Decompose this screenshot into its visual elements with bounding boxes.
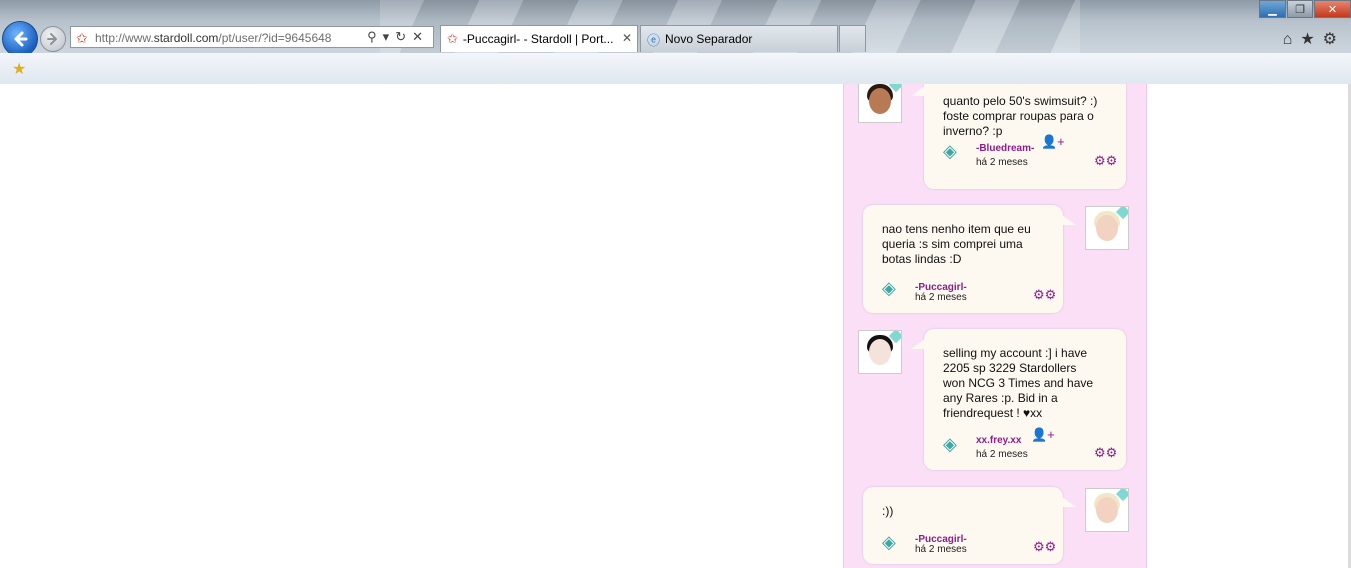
address-url[interactable]: http://www.stardoll.com/pt/user/?id=9645…	[95, 31, 331, 45]
comment-time: há 2 meses	[976, 449, 1028, 460]
star-favicon-icon: ✩	[447, 31, 458, 46]
avatar[interactable]	[858, 84, 902, 123]
minimize-icon: ▁	[1268, 3, 1277, 16]
tab-close-icon[interactable]: ✕	[622, 31, 632, 45]
home-icon[interactable]: ⌂	[1283, 31, 1301, 48]
dropdown-icon[interactable]: ▾	[383, 29, 396, 44]
page-content: quanto pelo 50's swimsuit? :) foste comp…	[0, 84, 1351, 568]
diamond-icon: ◈	[882, 278, 896, 298]
address-bar[interactable]: ✩ http://www.stardoll.com/pt/user/?id=96…	[70, 26, 434, 48]
browser-titlebar: ✩ http://www.stardoll.com/pt/user/?id=96…	[0, 0, 1351, 57]
guestbook-wall: quanto pelo 50's swimsuit? :) foste comp…	[843, 84, 1147, 568]
tab-new[interactable]: ⓔ Novo Separador	[640, 25, 838, 52]
tab-title: Novo Separador	[665, 32, 753, 46]
site-favicon-icon: ✩	[76, 30, 88, 46]
stop-icon[interactable]: ✕	[412, 29, 429, 44]
settings-gear-icon[interactable]: ⚙⚙	[1033, 539, 1056, 555]
comment-bubble: nao tens nenho item que eu queria :s sim…	[863, 205, 1076, 313]
tab-stardoll[interactable]: ✩ -Puccagirl- - Stardoll | Port... ✕	[440, 25, 638, 52]
refresh-icon[interactable]: ↻	[395, 29, 412, 44]
back-arrow-icon	[14, 31, 28, 47]
avatar[interactable]	[1085, 488, 1129, 532]
comment-time: há 2 meses	[915, 544, 967, 555]
avatar[interactable]	[1085, 206, 1129, 250]
add-friend-icon[interactable]: 👤+	[1041, 134, 1065, 150]
toolbar-icons: ⌂★⚙	[1283, 29, 1345, 49]
diamond-icon: ◈	[882, 532, 896, 552]
comment-time: há 2 meses	[915, 292, 967, 303]
tab-title: -Puccagirl- - Stardoll | Port...	[462, 32, 614, 46]
add-friend-icon[interactable]: 👤+	[1031, 427, 1055, 443]
maximize-button[interactable]: ❐	[1287, 0, 1313, 18]
diamond-icon: ◈	[943, 434, 957, 454]
avatar[interactable]	[858, 330, 902, 374]
add-favorite-icon[interactable]: ★	[12, 59, 26, 79]
comment-bubble: :)) ◈ -Puccagirl- há 2 meses ⚙⚙	[863, 487, 1076, 564]
favorites-bar: ★	[0, 53, 1351, 85]
settings-gear-icon[interactable]: ⚙⚙	[1033, 287, 1056, 303]
search-icon[interactable]: ⚲	[367, 29, 383, 44]
close-window-button[interactable]: ✕	[1314, 0, 1351, 18]
back-button[interactable]	[2, 21, 38, 57]
close-icon: ✕	[1327, 3, 1338, 16]
comment-time: há 2 meses	[976, 157, 1028, 168]
comment-text: :))	[882, 504, 894, 518]
maximize-icon: ❐	[1295, 3, 1305, 16]
comment-author[interactable]: -Bluedream-	[976, 143, 1034, 154]
comment-text: quanto pelo 50's swimsuit? :) foste comp…	[943, 94, 1098, 138]
forward-button[interactable]	[40, 26, 66, 52]
comment-bubble: quanto pelo 50's swimsuit? :) foste comp…	[911, 84, 1126, 189]
comment-bubble: selling my account :] i have 2205 sp 322…	[911, 329, 1126, 470]
comment-author[interactable]: xx.frey.xx	[976, 435, 1021, 446]
ie-icon: ⓔ	[647, 32, 661, 48]
settings-gear-icon[interactable]: ⚙⚙	[1094, 153, 1117, 169]
address-controls: ⚲▾↻✕	[367, 29, 429, 45]
comment-text: nao tens nenho item que eu queria :s sim…	[882, 222, 1031, 266]
diamond-icon: ◈	[943, 141, 957, 161]
gear-icon[interactable]: ⚙	[1323, 31, 1345, 48]
new-tab-button[interactable]	[839, 25, 866, 52]
minimize-button[interactable]: ▁	[1259, 0, 1286, 18]
settings-gear-icon[interactable]: ⚙⚙	[1094, 445, 1117, 461]
comment-text: selling my account :] i have 2205 sp 322…	[943, 346, 1094, 420]
favorites-star-icon[interactable]: ★	[1300, 31, 1322, 48]
forward-arrow-icon	[47, 33, 57, 45]
